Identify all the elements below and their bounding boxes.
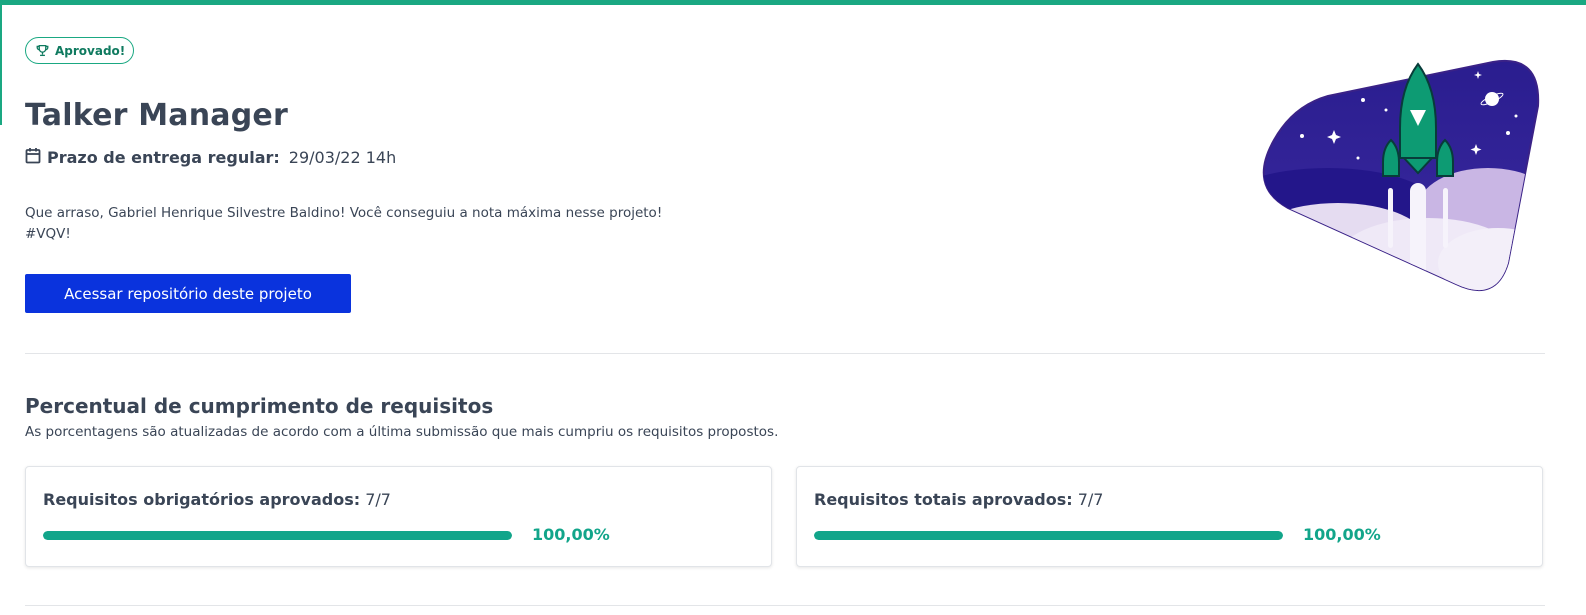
total-requirements-label: Requisitos totais aprovados:: [814, 490, 1073, 509]
mandatory-progress-fill: [43, 531, 512, 540]
congrats-message-line: Que arraso, Gabriel Henrique Silvestre B…: [25, 205, 663, 221]
section-divider-bottom: [25, 605, 1545, 606]
congrats-hashtag: #VQV!: [25, 226, 71, 242]
status-badge: Aprovado!: [25, 37, 134, 64]
total-requirements-count: 7/7: [1077, 490, 1104, 509]
left-accent-bar: [0, 5, 2, 125]
total-progress-bar: [814, 531, 1283, 540]
total-requirements-card: Requisitos totais aprovados: 7/7 100,00%: [796, 466, 1543, 567]
total-percent: 100,00%: [1303, 525, 1381, 544]
deadline-value: 29/03/22 14h: [288, 148, 397, 167]
requirements-section-title: Percentual de cumprimento de requisitos: [25, 394, 494, 418]
rocket-illustration: [1258, 58, 1548, 294]
total-requirements-text: Requisitos totais aprovados: 7/7: [814, 490, 1103, 509]
requirements-section-subtitle: As porcentagens são atualizadas de acord…: [25, 424, 779, 440]
mandatory-requirements-count: 7/7: [365, 490, 391, 509]
page-title: Talker Manager: [25, 98, 288, 133]
mandatory-percent: 100,00%: [532, 525, 610, 544]
open-repository-button[interactable]: Acessar repositório deste projeto: [25, 274, 351, 313]
section-divider: [25, 353, 1545, 354]
trophy-icon: [36, 44, 49, 57]
status-badge-label: Aprovado!: [55, 43, 126, 58]
total-progress-fill: [814, 531, 1283, 540]
top-accent-bar: [0, 0, 1586, 5]
mandatory-requirements-text: Requisitos obrigatórios aprovados: 7/7: [43, 490, 391, 509]
congrats-message: Que arraso, Gabriel Henrique Silvestre B…: [25, 203, 662, 245]
mandatory-progress-bar: [43, 531, 512, 540]
deadline-row: Prazo de entrega regular: 29/03/22 14h: [25, 147, 396, 168]
deadline-label: Prazo de entrega regular:: [47, 148, 280, 167]
mandatory-requirements-label: Requisitos obrigatórios aprovados:: [43, 490, 361, 509]
calendar-icon: [25, 147, 41, 168]
mandatory-requirements-card: Requisitos obrigatórios aprovados: 7/7 1…: [25, 466, 772, 567]
